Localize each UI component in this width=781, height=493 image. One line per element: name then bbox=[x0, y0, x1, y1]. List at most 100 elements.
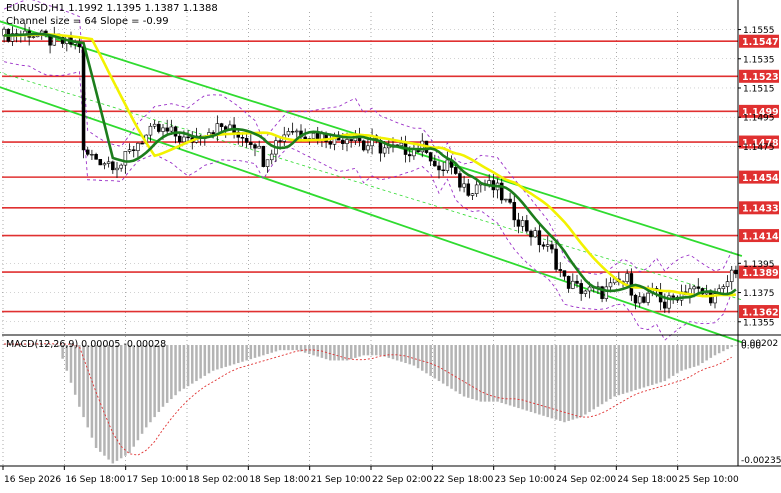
macd-histogram-bar bbox=[492, 345, 495, 402]
macd-histogram-bar bbox=[153, 345, 156, 418]
macd-histogram-bar bbox=[228, 345, 232, 366]
level-tag-label: 1.1414 bbox=[742, 231, 779, 242]
candle-body-bear bbox=[554, 248, 558, 270]
chart-canvas[interactable]: 1.15471.15231.14991.14781.14541.14331.14… bbox=[0, 0, 781, 489]
macd-histogram-bar bbox=[99, 345, 102, 452]
candle-body-bull bbox=[692, 286, 696, 290]
macd-histogram-bar bbox=[262, 345, 265, 356]
macd-histogram-bar bbox=[734, 345, 738, 346]
macd-histogram-bar bbox=[295, 345, 299, 351]
candle-body-bear bbox=[81, 46, 86, 151]
macd-histogram-bar bbox=[730, 345, 733, 348]
macd-histogram-bar bbox=[613, 345, 616, 397]
macd-histogram-bar bbox=[249, 345, 253, 360]
candle-body-bull bbox=[257, 145, 261, 149]
candle-body-bear bbox=[453, 167, 458, 174]
macd-histogram-bar bbox=[132, 345, 135, 447]
candle bbox=[361, 139, 366, 152]
candle-body-bull bbox=[382, 147, 387, 154]
candle-body-bull bbox=[470, 193, 475, 196]
macd-histogram-bar bbox=[605, 345, 608, 402]
time-tick-label: 23 Sep 10:00 bbox=[495, 475, 555, 485]
macd-histogram-bar bbox=[140, 345, 144, 434]
macd-histogram-bar bbox=[245, 345, 248, 361]
candle-body-bull bbox=[161, 127, 165, 132]
price-tick-label: 1.1495 bbox=[743, 114, 775, 124]
macd-histogram-bar bbox=[575, 345, 579, 419]
candle-body-bear bbox=[253, 144, 257, 149]
candle-body-bear bbox=[433, 160, 437, 167]
candle-body-bull bbox=[399, 142, 404, 146]
time-tick-label: 24 Sep 02:00 bbox=[556, 475, 616, 485]
macd-histogram-bar bbox=[291, 345, 294, 351]
channel-info: Channel size = 64 Slope = -0.99 bbox=[6, 16, 169, 27]
macd-histogram-bar bbox=[178, 345, 181, 392]
candle-body-bear bbox=[633, 294, 638, 304]
candle-body-bear bbox=[290, 131, 295, 133]
candle-body-bull bbox=[604, 286, 609, 299]
macd-axis-label: -0.00235 bbox=[741, 456, 781, 466]
macd-histogram-bar bbox=[128, 345, 131, 454]
candle-body-bear bbox=[165, 127, 169, 132]
candle-body-bear bbox=[111, 161, 115, 171]
macd-histogram-bar bbox=[115, 345, 119, 461]
macd-histogram-bar bbox=[73, 345, 77, 395]
macd-histogram-bar bbox=[726, 345, 729, 350]
candle-body-bear bbox=[512, 202, 517, 221]
time-tick-label: 17 Sep 10:00 bbox=[127, 475, 187, 485]
symbol-header: EURUSD,H1 1.1992 1.1395 1.1387 1.1388 bbox=[6, 3, 218, 14]
macd-histogram-bar bbox=[78, 345, 81, 407]
macd-histogram-bar bbox=[362, 345, 365, 356]
candle-body-bear bbox=[508, 198, 512, 203]
price-tick-label: 1.1375 bbox=[743, 289, 775, 299]
macd-histogram-bar bbox=[232, 345, 236, 365]
price-tick-label: 1.1535 bbox=[743, 55, 775, 65]
macd-histogram-bar bbox=[642, 345, 646, 388]
macd-histogram-bar bbox=[375, 345, 378, 356]
macd-histogram-bar bbox=[182, 345, 186, 389]
macd-histogram-bar bbox=[136, 345, 140, 441]
macd-histogram-bar bbox=[165, 345, 169, 403]
price-tick-label: 1.1355 bbox=[743, 318, 775, 328]
macd-histogram-bar bbox=[94, 345, 98, 448]
macd-histogram-bar bbox=[496, 345, 499, 402]
macd-histogram-bar bbox=[199, 345, 202, 379]
candle-body-bull bbox=[136, 142, 140, 151]
macd-histogram-bar bbox=[421, 345, 424, 371]
macd-histogram-bar bbox=[387, 345, 391, 358]
candle-body-bull bbox=[286, 131, 291, 136]
candle bbox=[81, 43, 86, 159]
macd-histogram-bar bbox=[383, 345, 386, 357]
macd-histogram-bar bbox=[333, 345, 336, 361]
macd-histogram-bar bbox=[274, 345, 278, 352]
macd-histogram-bar bbox=[600, 345, 604, 405]
macd-label: MACD(12,26,9) 0.00005 -0.00028 bbox=[6, 339, 167, 350]
candle-body-bull bbox=[31, 36, 36, 38]
candle-body-bull bbox=[721, 286, 726, 290]
price-tick-label: 1.1475 bbox=[743, 143, 775, 153]
time-tick-label: 21 Sep 10:00 bbox=[311, 475, 371, 485]
candle-body-bull bbox=[123, 151, 128, 166]
candle-body-bear bbox=[140, 142, 144, 145]
macd-histogram-bar bbox=[404, 345, 407, 364]
macd-histogram-bar bbox=[425, 345, 428, 374]
eurusd-h1-chart[interactable]: 1.1547 1.1523 1.1499 1.1478 1.1454 1.1433 1.14… bbox=[0, 0, 781, 489]
macd-histogram-bar bbox=[471, 345, 474, 400]
macd-histogram-bar bbox=[542, 345, 545, 416]
macd-histogram-bar bbox=[170, 345, 173, 400]
macd-histogram-bar bbox=[584, 345, 587, 415]
candle-body-bull bbox=[729, 269, 734, 282]
candle-body-bear bbox=[696, 286, 701, 289]
price-tick-label: 1.1395 bbox=[743, 260, 775, 270]
macd-histogram-bar bbox=[676, 345, 679, 374]
macd-histogram-bar bbox=[462, 345, 466, 397]
macd-histogram-bar bbox=[433, 345, 437, 379]
macd-axis-label: 0.00 bbox=[741, 342, 761, 352]
candle-body-bear bbox=[541, 244, 546, 247]
macd-histogram-bar bbox=[705, 345, 708, 361]
macd-histogram-bar bbox=[663, 345, 667, 382]
macd-histogram-bar bbox=[107, 345, 110, 460]
macd-histogram-bar bbox=[395, 345, 399, 361]
macd-histogram-bar bbox=[500, 345, 503, 403]
macd-histogram-bar bbox=[278, 345, 282, 351]
